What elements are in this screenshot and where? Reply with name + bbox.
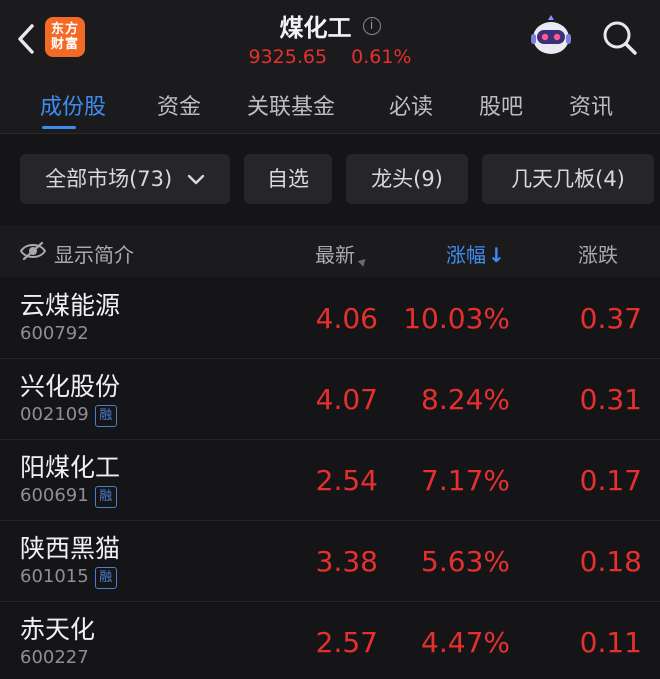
column-header-pct: 涨幅 [446,243,486,267]
stock-pct-change: 10.03% [403,302,510,335]
market-dropdown-label: 全部市场(73) [45,167,173,191]
table-row[interactable]: 陕西黑猫 601015 融 3.38 5.63% 0.18 [0,521,660,602]
stock-pct-change: 8.24% [421,383,510,416]
stock-name: 云煤能源 [20,291,121,320]
stock-pct-change: 7.17% [421,464,510,497]
stock-price: 3.38 [315,545,378,578]
stock-name: 赤天化 [20,615,96,644]
sort-indicator-icon [357,256,369,267]
tab-related-funds[interactable]: 关联基金 [247,89,335,121]
stock-pct-change: 5.63% [421,545,510,578]
index-value: 9325.65 [248,46,328,68]
tab-funds[interactable]: 资金 [157,89,201,121]
stock-code-group: 601015 融 [20,566,117,589]
watchlist-filter-button[interactable]: 自选 [244,154,332,204]
column-header-name[interactable]: 显示简介 [54,239,134,268]
stock-name: 兴化股份 [20,372,121,401]
stock-price: 2.57 [315,626,378,659]
column-header-change[interactable]: 涨跌 [578,239,618,268]
stock-code-group: 600691 融 [20,485,117,508]
stock-name: 阳煤化工 [20,453,121,482]
tab-news[interactable]: 资讯 [569,89,613,121]
tab-forum[interactable]: 股吧 [479,89,523,121]
search-icon[interactable] [600,18,640,58]
stock-code: 600691 [20,485,89,506]
margin-badge: 融 [94,567,117,589]
tab-must-read[interactable]: 必读 [389,89,433,121]
tab-constituents[interactable]: 成份股 [40,89,106,121]
column-header-price: 最新 [315,243,355,267]
boards-filter-button[interactable]: 几天几板(4) [482,154,654,204]
market-dropdown[interactable]: 全部市场(73) [20,154,230,204]
stock-code: 600227 [20,647,89,668]
eye-slash-icon[interactable] [20,241,46,261]
stock-change: 0.18 [579,545,642,578]
leaders-filter-button[interactable]: 龙头(9) [346,154,468,204]
stock-pct-change: 4.47% [421,626,510,659]
table-row[interactable]: 云煤能源 600792 4.06 10.03% 0.37 [0,278,660,359]
margin-badge: 融 [94,486,117,508]
stock-price: 4.06 [315,302,378,335]
stock-code-group: 002109 融 [20,404,117,427]
tab-bar: 成份股 资金 关联基金 必读 股吧 资讯 [0,74,660,134]
table-row[interactable]: 赤天化 600227 2.57 4.47% 0.11 [0,602,660,679]
stock-change: 0.37 [579,302,642,335]
info-icon[interactable]: i [362,16,381,35]
stock-change: 0.11 [579,626,642,659]
robot-assistant-icon[interactable] [528,14,574,60]
stock-change: 0.31 [579,383,642,416]
stock-price: 4.07 [315,383,378,416]
stock-change: 0.17 [579,464,642,497]
active-tab-indicator [42,126,76,129]
filter-bar: 全部市场(73) 自选 龙头(9) 几天几板(4) [0,135,660,225]
column-header-price-group[interactable]: 最新 [315,239,369,268]
stock-code: 601015 [20,566,89,587]
stock-price: 2.54 [315,464,378,497]
stock-name: 陕西黑猫 [20,534,121,563]
sort-desc-icon: ↓ [488,243,505,267]
page-title: 煤化工 [279,14,352,42]
stock-list: 云煤能源 600792 4.06 10.03% 0.37 兴化股份 002109… [0,278,660,679]
stock-code: 002109 [20,404,89,425]
table-header: 显示简介 最新 涨幅 ↓ 涨跌 [0,225,660,277]
index-change: 0.61% [351,46,412,68]
chevron-down-icon [187,174,205,185]
table-row[interactable]: 兴化股份 002109 融 4.07 8.24% 0.31 [0,359,660,440]
margin-badge: 融 [94,405,117,427]
column-header-pct-group[interactable]: 涨幅 ↓ [446,239,505,268]
header-bar: 东方 财富 煤化工 i 9325.65 0.61% [0,0,660,74]
table-row[interactable]: 阳煤化工 600691 融 2.54 7.17% 0.17 [0,440,660,521]
stock-code: 600792 [20,323,89,344]
